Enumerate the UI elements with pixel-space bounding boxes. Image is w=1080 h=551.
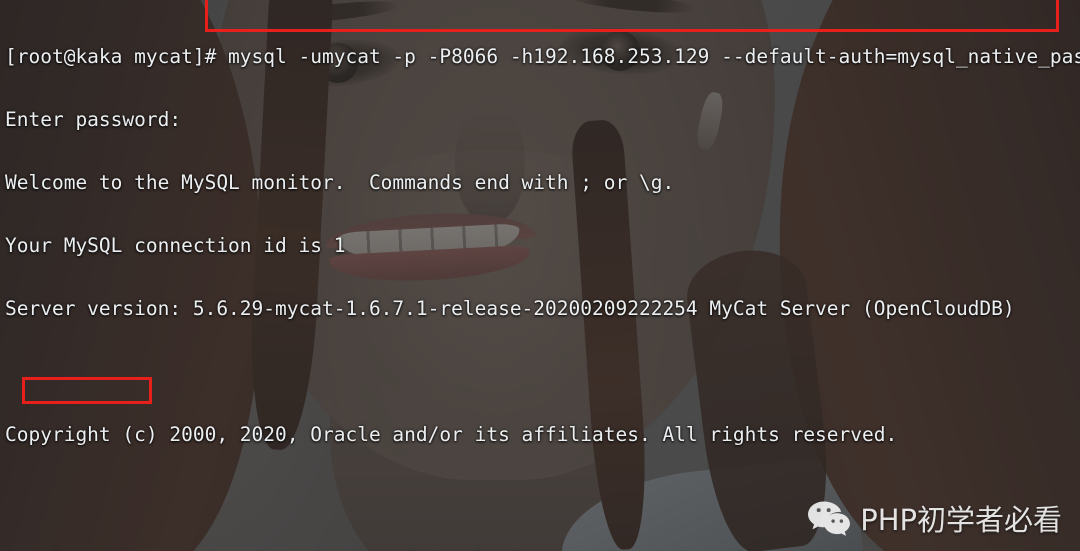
terminal-output[interactable]: [root@kaka mycat]# mysql -umycat -p -P80… — [0, 0, 1080, 551]
terminal-line: Copyright (c) 2000, 2020, Oracle and/or … — [5, 423, 898, 446]
terminal-line: Server version: 5.6.29-mycat-1.6.7.1-rel… — [5, 297, 1015, 320]
wechat-watermark: PHP初学者必看 — [807, 497, 1062, 539]
terminal-screenshot: [root@kaka mycat]# mysql -umycat -p -P80… — [0, 0, 1080, 551]
watermark-text: PHP初学者必看 — [860, 503, 1062, 537]
terminal-line: [root@kaka mycat]# mysql -umycat -p -P80… — [5, 45, 1080, 68]
terminal-line: Enter password: — [5, 108, 182, 131]
terminal-line: Your MySQL connection id is 1 — [5, 234, 346, 257]
wechat-icon — [807, 500, 851, 536]
terminal-line: Welcome to the MySQL monitor. Commands e… — [5, 171, 675, 194]
